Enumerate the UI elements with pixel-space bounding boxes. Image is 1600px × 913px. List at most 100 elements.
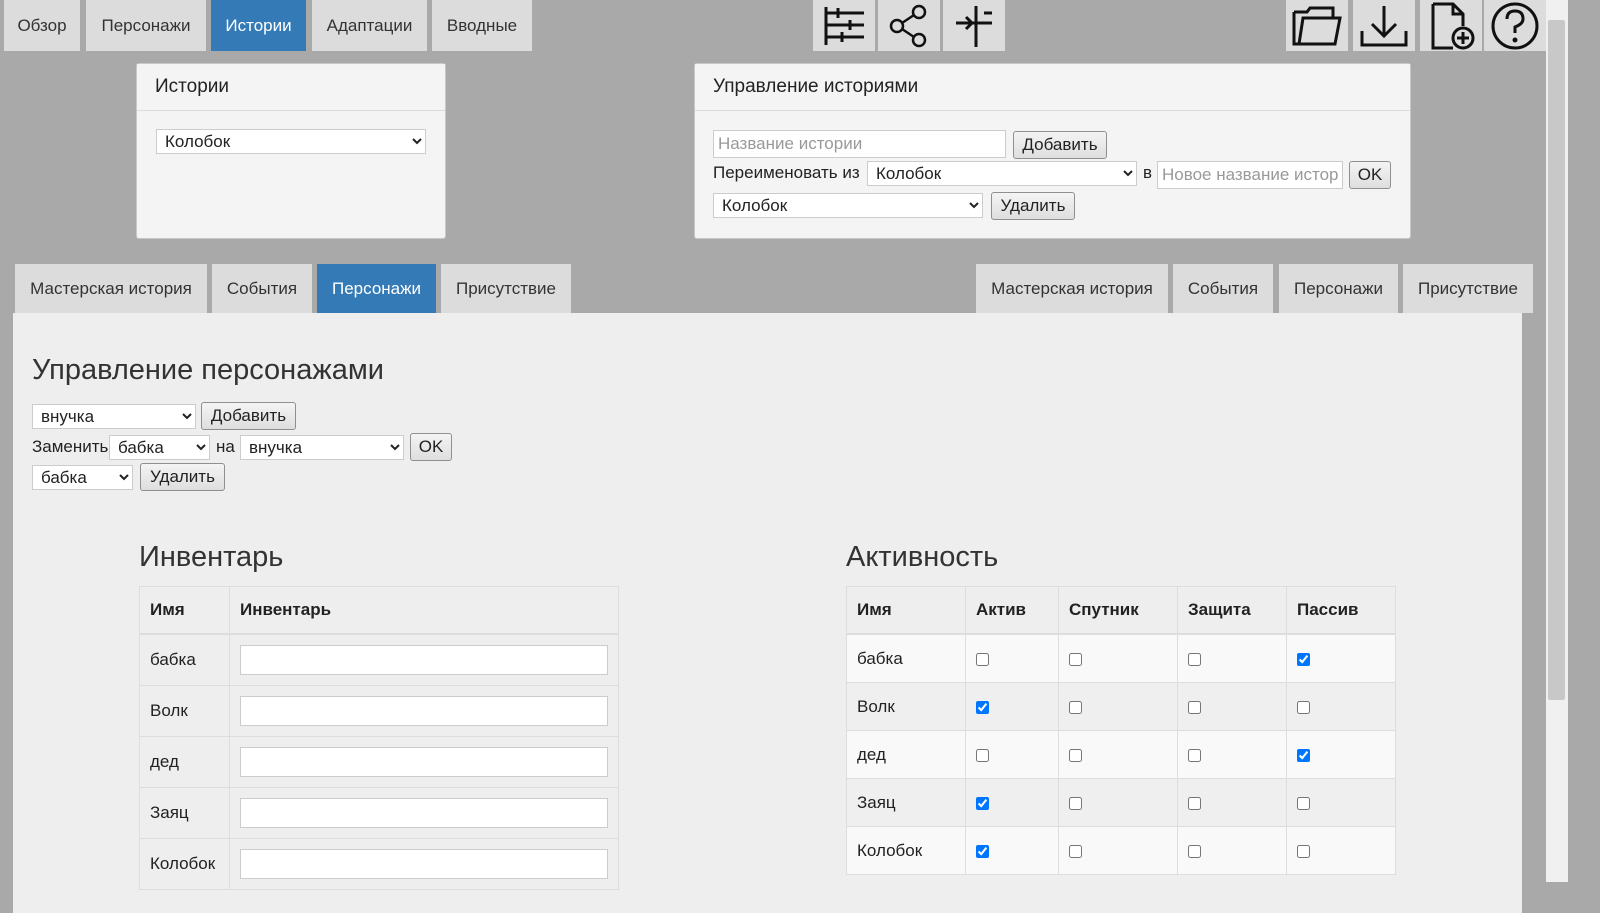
inventory-input[interactable] (240, 645, 608, 675)
activity-passive-checkbox[interactable] (1297, 700, 1310, 714)
split-button[interactable] (943, 0, 1005, 51)
column-header: Спутник (1058, 586, 1178, 635)
activity-passive-checkbox[interactable] (1297, 748, 1310, 762)
table-row: Волк (139, 685, 619, 737)
activity-companion-checkbox[interactable] (1069, 652, 1082, 666)
inventory-name: бабка (139, 633, 230, 686)
rename-to-label: в (1143, 163, 1153, 182)
replace-label: Заменить (32, 437, 109, 456)
table-row: дед (846, 730, 1396, 779)
new-story-name-input[interactable] (1157, 161, 1343, 189)
timeline-icon (824, 6, 864, 45)
activity-defense-checkbox[interactable] (1188, 844, 1201, 858)
activity-defense-checkbox[interactable] (1188, 748, 1201, 762)
activity-defense-checkbox[interactable] (1188, 652, 1201, 666)
inventory-name: Заяц (139, 787, 230, 839)
tab-characters[interactable]: Персонажи (86, 0, 206, 51)
right-subtab-characters[interactable]: Персонажи (1279, 264, 1398, 313)
share-icon (889, 4, 927, 47)
table-row: дед (139, 736, 619, 788)
activity-active-checkbox[interactable] (976, 652, 989, 666)
stories-panel: Истории Колобок (136, 63, 446, 239)
tab-label: Персонажи (101, 15, 191, 35)
activity-defense-checkbox[interactable] (1188, 700, 1201, 714)
story-name-input[interactable] (713, 130, 1006, 158)
activity-active-checkbox[interactable] (976, 796, 989, 810)
tab-label: Обзор (17, 15, 67, 35)
replace-on-label: на (216, 437, 235, 456)
column-header: Инвентарь (229, 586, 619, 635)
activity-defense-checkbox[interactable] (1188, 796, 1201, 810)
replace-to-select[interactable]: внучка (240, 435, 404, 460)
column-header: Имя (139, 586, 230, 635)
activity-companion-checkbox[interactable] (1069, 748, 1082, 762)
inventory-input[interactable] (240, 696, 608, 726)
replace-from-select[interactable]: бабка (109, 435, 210, 460)
tab-label: Вводные (446, 15, 518, 35)
download-button[interactable] (1353, 0, 1415, 51)
help-button[interactable] (1484, 0, 1546, 51)
add-character-select[interactable]: внучка (32, 404, 196, 429)
inventory-input[interactable] (240, 849, 608, 879)
subtab-presence[interactable]: Присутствие (441, 264, 571, 313)
scrollbar-thumb[interactable] (1548, 20, 1565, 700)
activity-companion-checkbox[interactable] (1069, 844, 1082, 858)
inventory-name: Волк (139, 685, 230, 737)
table-row: Колобок (846, 826, 1396, 875)
right-subtab-presence[interactable]: Присутствие (1403, 264, 1533, 313)
add-character-button[interactable]: Добавить (201, 402, 296, 430)
inventory-heading: Инвентарь (139, 541, 284, 573)
activity-passive-checkbox[interactable] (1297, 652, 1310, 666)
tab-label: Истории (225, 15, 292, 35)
delete-story-button[interactable]: Удалить (991, 192, 1075, 220)
activity-companion-checkbox[interactable] (1069, 700, 1082, 714)
activity-passive-checkbox[interactable] (1297, 844, 1310, 858)
right-subtab-events[interactable]: События (1173, 264, 1273, 313)
share-button[interactable] (878, 0, 940, 51)
timeline-button[interactable] (813, 0, 875, 51)
activity-active-checkbox[interactable] (976, 700, 989, 714)
activity-passive-checkbox[interactable] (1297, 796, 1310, 810)
table-row: бабка (846, 633, 1396, 683)
table-row: Заяц (846, 778, 1396, 827)
activity-companion-checkbox[interactable] (1069, 796, 1082, 810)
activity-name: Колобок (846, 826, 966, 875)
table-row: Волк (846, 682, 1396, 731)
tab-overview[interactable]: Обзор (4, 0, 80, 51)
add-story-button[interactable]: Добавить (1013, 131, 1107, 159)
delete-story-select[interactable]: Колобок (713, 193, 983, 218)
story-select[interactable]: Колобок (156, 129, 426, 154)
tab-stories[interactable]: Истории (211, 0, 306, 51)
tab-adaptations[interactable]: Адаптации (312, 0, 427, 51)
subtab-label: Мастерская история (991, 278, 1153, 298)
subtab-events[interactable]: События (212, 264, 312, 313)
rename-ok-button[interactable]: OK (1349, 161, 1391, 189)
subtab-characters[interactable]: Персонажи (317, 264, 436, 313)
inventory-input[interactable] (240, 747, 608, 777)
subtab-master-story[interactable]: Мастерская история (15, 264, 207, 313)
activity-table: Имя Актив Спутник Защита Пассив бабка Вол… (846, 586, 1396, 875)
delete-character-button[interactable]: Удалить (140, 463, 225, 491)
rename-from-select[interactable]: Колобок (867, 161, 1137, 186)
replace-ok-button[interactable]: OK (410, 433, 452, 461)
inventory-input[interactable] (240, 798, 608, 828)
right-subtab-master-story[interactable]: Мастерская история (976, 264, 1168, 313)
activity-name: бабка (846, 633, 966, 683)
help-icon (1491, 2, 1539, 49)
characters-heading: Управление персонажами (32, 354, 384, 386)
split-icon (956, 5, 992, 47)
subtab-label: Персонажи (332, 278, 421, 298)
new-file-icon (1431, 2, 1475, 49)
subtab-label: Персонажи (1294, 278, 1383, 298)
activity-active-checkbox[interactable] (976, 844, 989, 858)
delete-character-select[interactable]: бабка (32, 465, 133, 490)
new-file-button[interactable] (1420, 0, 1482, 51)
subtab-label: Присутствие (1417, 278, 1519, 298)
inventory-name: дед (139, 736, 230, 788)
tab-intro[interactable]: Вводные (432, 0, 532, 51)
open-button[interactable] (1286, 0, 1348, 51)
table-row: Заяц (139, 787, 619, 839)
table-row: бабка (139, 633, 619, 686)
subtab-label: События (226, 278, 298, 298)
activity-active-checkbox[interactable] (976, 748, 989, 762)
